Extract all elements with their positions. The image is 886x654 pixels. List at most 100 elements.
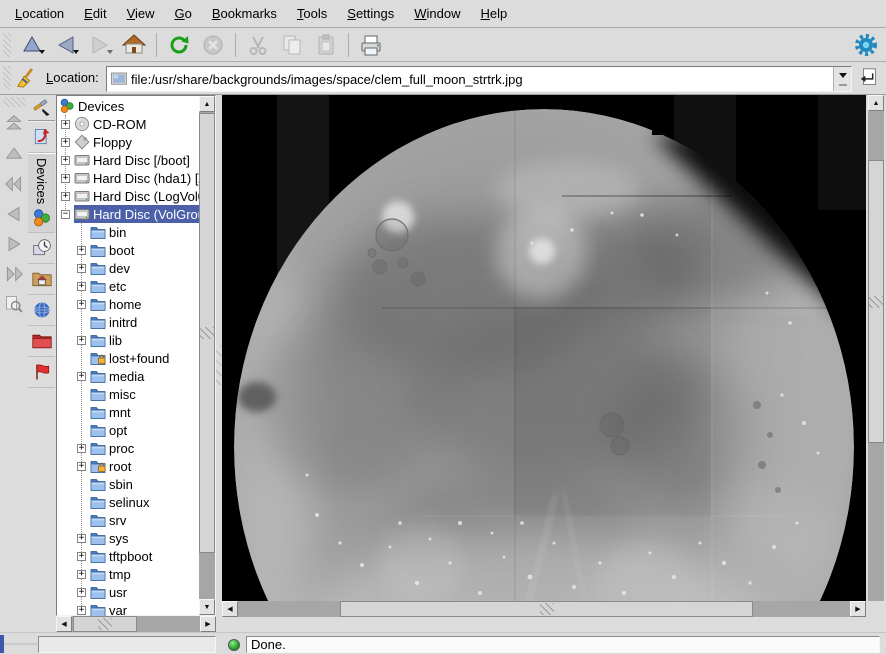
expander-plus[interactable]: +: [77, 534, 86, 543]
expander-plus[interactable]: +: [77, 372, 86, 381]
tree-hscroll-track[interactable]: [137, 616, 200, 632]
print-button[interactable]: [354, 30, 388, 60]
expander-plus[interactable]: +: [77, 588, 86, 597]
expander-plus[interactable]: +: [77, 300, 86, 309]
expander-plus[interactable]: +: [77, 462, 86, 471]
tab-services[interactable]: [28, 357, 55, 388]
menu-settings[interactable]: Settings: [338, 2, 403, 25]
tree-item-hard-disc-volgrou[interactable]: −Hard Disc (VolGrou: [61, 205, 199, 223]
konqueror-logo-button[interactable]: [849, 30, 883, 60]
menu-help[interactable]: Help: [472, 2, 517, 25]
copy-button[interactable]: [275, 30, 309, 60]
menu-edit[interactable]: Edit: [75, 2, 115, 25]
sidebar-config-button[interactable]: [28, 95, 55, 122]
tree-item-bin[interactable]: bin: [77, 223, 199, 241]
tab-home[interactable]: [28, 264, 55, 295]
clear-location-button[interactable]: [12, 65, 40, 91]
history-double-back-button[interactable]: [1, 169, 27, 199]
scroll-left-arrow[interactable]: ◀: [56, 616, 72, 632]
tree-item-initrd[interactable]: initrd: [77, 313, 199, 331]
paste-button[interactable]: [309, 30, 343, 60]
location-input[interactable]: [131, 72, 833, 87]
tab-bookmarks[interactable]: [28, 122, 55, 153]
tree-item-var[interactable]: +var: [77, 601, 199, 616]
scroll-right-arrow[interactable]: ▶: [200, 616, 216, 632]
menu-bookmarks[interactable]: Bookmarks: [203, 2, 286, 25]
expander-plus[interactable]: +: [77, 264, 86, 273]
tree-item-sbin[interactable]: sbin: [77, 475, 199, 493]
expander-plus[interactable]: +: [61, 156, 70, 165]
scroll-up-arrow[interactable]: ▲: [868, 95, 884, 111]
tree-item-devices[interactable]: Devices: [59, 97, 199, 115]
tree-item-hard-disc-boot[interactable]: +Hard Disc [/boot]: [61, 151, 199, 169]
tab-network[interactable]: [28, 295, 55, 326]
scroll-right-arrow[interactable]: ▶: [850, 601, 866, 617]
go-button[interactable]: [857, 66, 881, 90]
tree-item-cd-rom[interactable]: +CD-ROM: [61, 115, 199, 133]
history-double-forward-button[interactable]: [1, 259, 27, 289]
scroll-up-button[interactable]: [1, 139, 27, 169]
view-hscroll-track[interactable]: [238, 601, 340, 617]
expander-plus[interactable]: +: [77, 552, 86, 561]
tree-item-floppy[interactable]: +Floppy: [61, 133, 199, 151]
scroll-double-up-button[interactable]: [1, 109, 27, 139]
tree-item-srv[interactable]: srv: [77, 511, 199, 529]
toolbar-drag-handle[interactable]: [3, 33, 11, 57]
menu-tools[interactable]: Tools: [288, 2, 336, 25]
tree-item-hard-disc-logvol0[interactable]: +Hard Disc (LogVol0: [61, 187, 199, 205]
view-vscroll-thumb[interactable]: [868, 160, 884, 443]
back-button[interactable]: [49, 30, 83, 60]
expander-plus[interactable]: +: [61, 138, 70, 147]
view-vscroll-track[interactable]: [868, 443, 884, 601]
tree-item-sys[interactable]: +sys: [77, 529, 199, 547]
tree-item-opt[interactable]: opt: [77, 421, 199, 439]
tree-item-lost-found[interactable]: lost+found: [77, 349, 199, 367]
tree-item-mnt[interactable]: mnt: [77, 403, 199, 421]
menu-go[interactable]: Go: [166, 2, 201, 25]
tree-item-lib[interactable]: +lib: [77, 331, 199, 349]
view-hscroll-thumb[interactable]: [340, 601, 753, 617]
tree-item-selinux[interactable]: selinux: [77, 493, 199, 511]
forward-button[interactable]: [83, 30, 117, 60]
tree-item-root[interactable]: +root: [77, 457, 199, 475]
reload-button[interactable]: [162, 30, 196, 60]
expander-plus[interactable]: +: [77, 282, 86, 291]
scroll-up-arrow[interactable]: ▲: [199, 96, 215, 112]
tab-devices[interactable]: Devices: [28, 153, 55, 233]
expander-plus[interactable]: +: [77, 246, 86, 255]
expander-plus[interactable]: +: [77, 444, 86, 453]
expander-plus[interactable]: +: [61, 192, 70, 201]
tab-root[interactable]: [28, 326, 55, 357]
location-combobox[interactable]: [106, 66, 852, 92]
cut-button[interactable]: [241, 30, 275, 60]
location-toolbar-drag-handle[interactable]: [3, 66, 11, 90]
history-forward-button[interactable]: [1, 229, 27, 259]
tree-item-hard-disc-hda1[interactable]: +Hard Disc (hda1) [/: [61, 169, 199, 187]
tree-item-media[interactable]: +media: [77, 367, 199, 385]
tree-item-etc[interactable]: +etc: [77, 277, 199, 295]
location-dropdown-button[interactable]: [833, 67, 851, 91]
tree-hscroll-thumb[interactable]: [73, 616, 137, 632]
menu-window[interactable]: Window: [405, 2, 469, 25]
expander-plus[interactable]: +: [77, 606, 86, 615]
tree-item-dev[interactable]: +dev: [77, 259, 199, 277]
find-preview-button[interactable]: [1, 289, 27, 319]
tree-item-proc[interactable]: +proc: [77, 439, 199, 457]
tree-vscroll-thumb[interactable]: [199, 113, 215, 553]
tree-vscroll-track[interactable]: [199, 553, 215, 599]
up-button[interactable]: [15, 30, 49, 60]
tab-history[interactable]: [28, 233, 55, 264]
tree-item-usr[interactable]: +usr: [77, 583, 199, 601]
history-back-button[interactable]: [1, 199, 27, 229]
expander-plus[interactable]: +: [77, 336, 86, 345]
tree-item-boot[interactable]: +boot: [77, 241, 199, 259]
stop-button[interactable]: [196, 30, 230, 60]
tree-item-tftpboot[interactable]: +tftpboot: [77, 547, 199, 565]
scroll-left-arrow[interactable]: ◀: [222, 601, 238, 617]
expander-plus[interactable]: +: [61, 174, 70, 183]
home-button[interactable]: [117, 30, 151, 60]
tree-item-tmp[interactable]: +tmp: [77, 565, 199, 583]
expander-plus[interactable]: +: [77, 570, 86, 579]
tree-item-home[interactable]: +home: [77, 295, 199, 313]
view-vscroll-track[interactable]: [868, 111, 884, 160]
